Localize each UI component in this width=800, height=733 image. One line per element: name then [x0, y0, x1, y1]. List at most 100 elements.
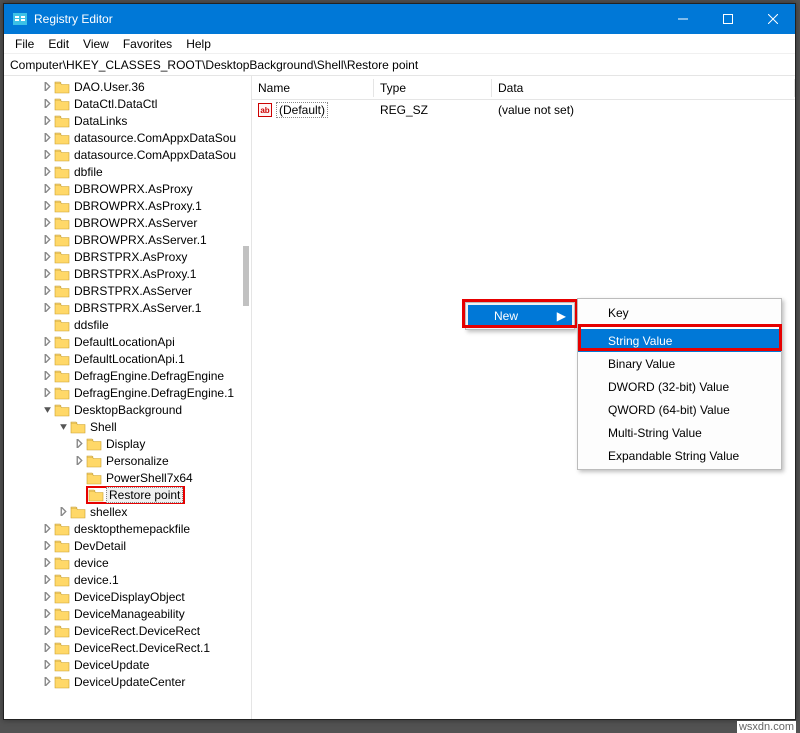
expand-icon[interactable]: [40, 114, 54, 128]
expand-icon[interactable]: [40, 182, 54, 196]
expand-icon[interactable]: [40, 250, 54, 264]
close-button[interactable]: [750, 4, 795, 34]
expand-icon[interactable]: [40, 369, 54, 383]
tree-pane[interactable]: DAO.User.36DataCtl.DataCtlDataLinksdatas…: [4, 76, 252, 719]
expand-icon[interactable]: [40, 284, 54, 298]
menu-item[interactable]: Multi-String Value: [578, 421, 781, 444]
tree-item[interactable]: PowerShell7x64: [4, 469, 251, 486]
tree-item[interactable]: DesktopBackground: [4, 401, 251, 418]
value-type: REG_SZ: [374, 103, 492, 117]
minimize-button[interactable]: [660, 4, 705, 34]
tree-item[interactable]: DefragEngine.DefragEngine: [4, 367, 251, 384]
expand-icon[interactable]: [40, 267, 54, 281]
expand-icon[interactable]: [40, 131, 54, 145]
titlebar: Registry Editor: [4, 4, 795, 34]
expand-icon[interactable]: [40, 590, 54, 604]
tree-item[interactable]: DBROWPRX.AsServer.1: [4, 231, 251, 248]
menu-edit[interactable]: Edit: [41, 35, 76, 53]
expand-icon[interactable]: [40, 233, 54, 247]
column-data[interactable]: Data: [492, 79, 795, 97]
menu-item[interactable]: Expandable String Value: [578, 444, 781, 467]
tree-item[interactable]: DBRSTPRX.AsProxy.1: [4, 265, 251, 282]
tree-item[interactable]: DeviceManageability: [4, 605, 251, 622]
tree-item[interactable]: DeviceDisplayObject: [4, 588, 251, 605]
expand-icon[interactable]: [40, 301, 54, 315]
tree-item[interactable]: DeviceUpdate: [4, 656, 251, 673]
expand-icon[interactable]: [40, 199, 54, 213]
tree-item[interactable]: DefragEngine.DefragEngine.1: [4, 384, 251, 401]
tree-item-label: DataLinks: [72, 114, 129, 128]
menu-item[interactable]: Binary Value: [578, 352, 781, 375]
tree-item[interactable]: DBROWPRX.AsServer: [4, 214, 251, 231]
collapse-icon[interactable]: [40, 403, 54, 417]
menu-item-new[interactable]: New ▶: [468, 305, 572, 327]
menu-help[interactable]: Help: [179, 35, 218, 53]
menu-favorites[interactable]: Favorites: [116, 35, 179, 53]
tree-item[interactable]: DefaultLocationApi.1: [4, 350, 251, 367]
value-row[interactable]: ab (Default) REG_SZ (value not set): [252, 100, 795, 120]
menu-view[interactable]: View: [76, 35, 116, 53]
tree-item[interactable]: Personalize: [4, 452, 251, 469]
tree-item[interactable]: ddsfile: [4, 316, 251, 333]
expand-icon[interactable]: [40, 658, 54, 672]
tree-item[interactable]: dbfile: [4, 163, 251, 180]
tree-item[interactable]: DataLinks: [4, 112, 251, 129]
collapse-icon[interactable]: [56, 420, 70, 434]
tree-item[interactable]: DAO.User.36: [4, 78, 251, 95]
expand-icon[interactable]: [40, 97, 54, 111]
tree-item[interactable]: device: [4, 554, 251, 571]
scrollbar-thumb[interactable]: [243, 246, 249, 306]
tree-item[interactable]: shellex: [4, 503, 251, 520]
tree-item[interactable]: device.1: [4, 571, 251, 588]
tree-item[interactable]: datasource.ComAppxDataSou: [4, 129, 251, 146]
column-name[interactable]: Name: [252, 79, 374, 97]
expand-icon[interactable]: [40, 641, 54, 655]
expand-icon[interactable]: [40, 148, 54, 162]
menu-item[interactable]: DWORD (32-bit) Value: [578, 375, 781, 398]
tree-item[interactable]: DevDetail: [4, 537, 251, 554]
tree-item[interactable]: DeviceUpdateCenter: [4, 673, 251, 690]
tree-item[interactable]: DefaultLocationApi: [4, 333, 251, 350]
tree-item[interactable]: DBROWPRX.AsProxy: [4, 180, 251, 197]
expand-icon[interactable]: [40, 352, 54, 366]
expand-icon[interactable]: [72, 454, 86, 468]
menu-item[interactable]: QWORD (64-bit) Value: [578, 398, 781, 421]
menu-item[interactable]: String Value: [578, 329, 781, 352]
expand-icon[interactable]: [40, 165, 54, 179]
menu-file[interactable]: File: [8, 35, 41, 53]
expand-icon[interactable]: [56, 505, 70, 519]
expand-icon[interactable]: [40, 607, 54, 621]
folder-icon: [54, 80, 70, 94]
expand-icon[interactable]: [40, 335, 54, 349]
expand-icon[interactable]: [72, 437, 86, 451]
expand-icon[interactable]: [40, 675, 54, 689]
tree-item[interactable]: desktopthemepackfile: [4, 520, 251, 537]
tree-item-label: DBROWPRX.AsProxy.1: [72, 199, 204, 213]
expand-icon[interactable]: [40, 522, 54, 536]
tree-item[interactable]: Shell: [4, 418, 251, 435]
tree-item[interactable]: datasource.ComAppxDataSou: [4, 146, 251, 163]
tree-item[interactable]: DBRSTPRX.AsProxy: [4, 248, 251, 265]
folder-icon: [54, 386, 70, 400]
expand-icon[interactable]: [40, 539, 54, 553]
folder-icon: [54, 556, 70, 570]
address-bar[interactable]: Computer\HKEY_CLASSES_ROOT\DesktopBackgr…: [4, 54, 795, 76]
expand-icon[interactable]: [40, 573, 54, 587]
tree-item[interactable]: DBRSTPRX.AsServer.1: [4, 299, 251, 316]
tree-item[interactable]: DataCtl.DataCtl: [4, 95, 251, 112]
tree-item[interactable]: DBROWPRX.AsProxy.1: [4, 197, 251, 214]
expand-icon[interactable]: [40, 386, 54, 400]
folder-icon: [54, 573, 70, 587]
menu-item[interactable]: Key: [578, 301, 781, 324]
tree-item[interactable]: Restore point: [4, 486, 251, 503]
expand-icon[interactable]: [40, 624, 54, 638]
tree-item[interactable]: DeviceRect.DeviceRect.1: [4, 639, 251, 656]
maximize-button[interactable]: [705, 4, 750, 34]
expand-icon[interactable]: [40, 216, 54, 230]
tree-item[interactable]: Display: [4, 435, 251, 452]
tree-item[interactable]: DBRSTPRX.AsServer: [4, 282, 251, 299]
expand-icon[interactable]: [40, 556, 54, 570]
expand-icon[interactable]: [40, 80, 54, 94]
column-type[interactable]: Type: [374, 79, 492, 97]
tree-item[interactable]: DeviceRect.DeviceRect: [4, 622, 251, 639]
